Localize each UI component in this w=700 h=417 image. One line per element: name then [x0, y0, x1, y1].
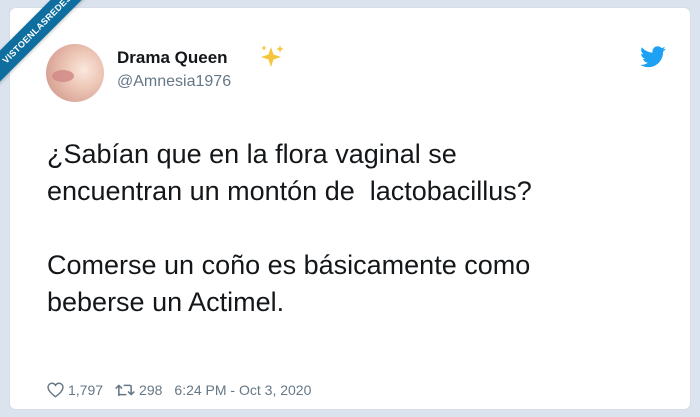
tweet-text: ¿Sabían que en la flora vaginal se encue…: [47, 136, 667, 321]
tweet-footer: 1,797 298 6:24 PM - Oct 3, 2020: [47, 380, 311, 400]
twitter-bird-icon[interactable]: [640, 46, 666, 68]
avatar-image-detail: [52, 70, 74, 82]
retweet-icon: [115, 384, 135, 397]
retweet-stat[interactable]: 298: [115, 382, 162, 398]
tweet-paragraph-2: Comerse un coño es básicamente como bebe…: [47, 250, 531, 317]
sparkles-icon: [261, 45, 284, 67]
tweet-card: Drama Queen @Amnesia1976 ¿Sabían que en …: [10, 8, 690, 409]
like-count: 1,797: [68, 382, 104, 398]
user-handle[interactable]: @Amnesia1976: [117, 73, 231, 91]
tweet-timestamp[interactable]: 6:24 PM - Oct 3, 2020: [174, 382, 311, 398]
display-name[interactable]: Drama Queen: [117, 48, 228, 68]
tweet-paragraph-1: ¿Sabían que en la flora vaginal se encue…: [47, 139, 532, 206]
heart-icon: [47, 382, 64, 398]
retweet-count: 298: [139, 382, 163, 398]
like-stat[interactable]: 1,797: [47, 382, 103, 398]
avatar[interactable]: [46, 44, 104, 102]
